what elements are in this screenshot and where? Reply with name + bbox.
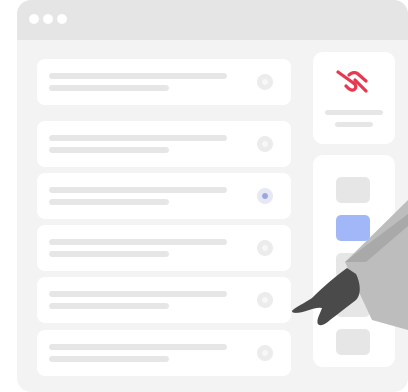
list-item-subtitle-placeholder [49,251,169,257]
list-item-title-placeholder [49,344,227,350]
window-maximize-dot[interactable] [57,14,67,24]
list-item-radio[interactable] [257,74,273,90]
list-item-1[interactable] [37,59,291,105]
list-item-title-placeholder [49,291,227,297]
list-item-3[interactable] [37,173,291,219]
illustration [0,0,408,392]
list-item-radio[interactable] [257,292,273,308]
brand-title-placeholder [325,110,383,115]
swatch-5[interactable] [336,329,370,355]
swatch-2-active[interactable] [336,215,370,241]
list-item-title-placeholder [49,73,227,79]
list-item-2[interactable] [37,121,291,167]
app-window [17,0,408,392]
list-item-radio[interactable] [257,136,273,152]
list-item-title-placeholder [49,135,227,141]
list-item-radio-selected[interactable] [257,188,273,204]
window-close-dot[interactable] [29,14,39,24]
list-item-radio[interactable] [257,240,273,256]
brand-card [313,52,395,144]
list-item-6[interactable] [37,330,291,376]
swatch-1[interactable] [336,177,370,203]
list-item-subtitle-placeholder [49,147,169,153]
list-item-5[interactable] [37,277,291,323]
list-item-4[interactable] [37,225,291,271]
list-item-subtitle-placeholder [49,356,169,362]
list-item-subtitle-placeholder [49,199,169,205]
swatch-3[interactable] [336,253,370,279]
list-item-title-placeholder [49,187,227,193]
x-logo-icon [336,70,368,93]
window-titlebar [17,0,408,40]
brand-subtitle-placeholder [335,122,373,127]
list-item-subtitle-placeholder [49,85,169,91]
swatch-panel [313,155,395,367]
window-minimize-dot[interactable] [43,14,53,24]
list-item-radio[interactable] [257,345,273,361]
swatch-4[interactable] [336,291,370,317]
list-item-subtitle-placeholder [49,303,169,309]
list-item-title-placeholder [49,239,227,245]
